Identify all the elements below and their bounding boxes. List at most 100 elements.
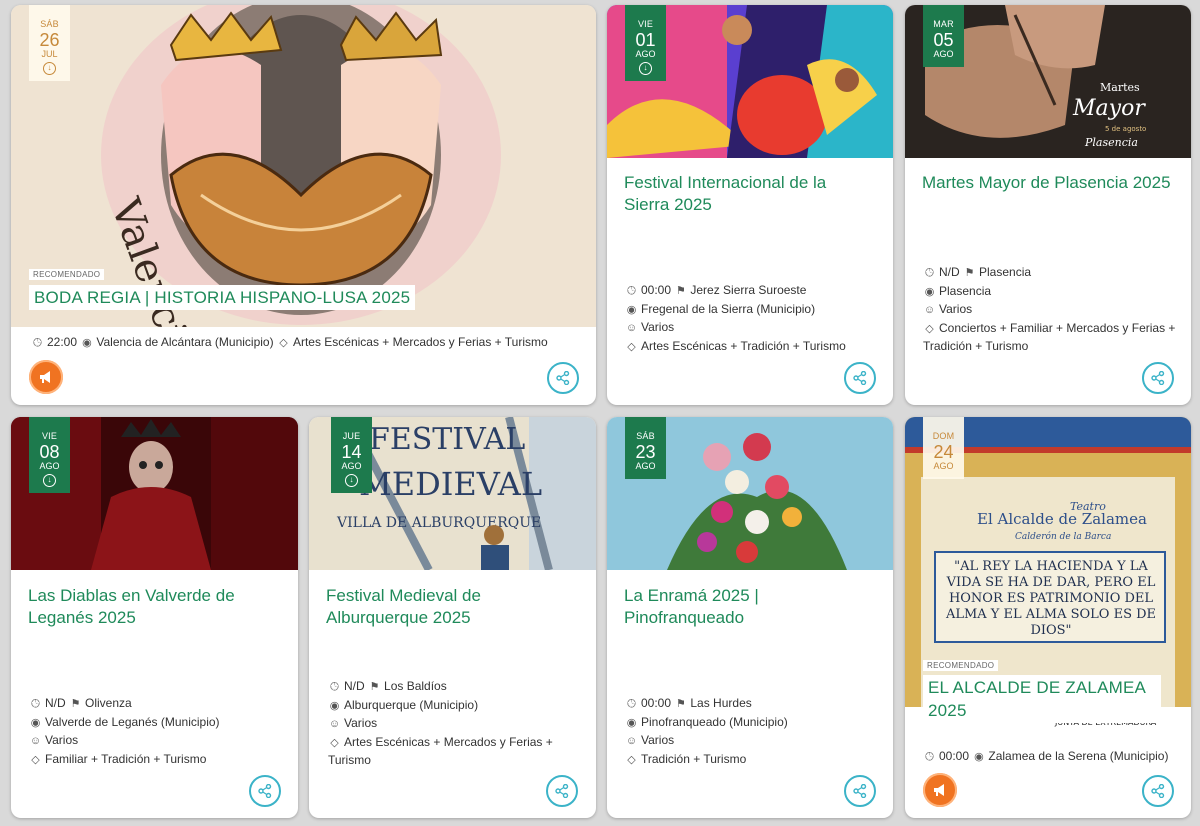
event-place: Zalamea de la Serena (Municipio)	[988, 749, 1169, 763]
event-image[interactable]: SÁB 23 AGO	[607, 417, 893, 570]
event-place: Fregenal de la Sierra (Municipio)	[641, 301, 816, 316]
event-title[interactable]: EL ALCALDE DE ZALAMEA 2025	[923, 675, 1161, 723]
share-button[interactable]	[844, 775, 876, 807]
signpost-icon: ⚑	[70, 698, 81, 710]
date-month: JUL	[41, 49, 58, 59]
event-zone: Los Baldíos	[384, 679, 447, 693]
event-card-martes-mayor[interactable]: Martes Mayor 5 de agosto Plasencia MAR 0…	[905, 5, 1191, 405]
event-audience: Varios	[641, 320, 675, 334]
share-icon	[1151, 370, 1165, 386]
date-day: 26	[39, 30, 60, 50]
share-icon	[853, 370, 867, 386]
event-image[interactable]: Martes Mayor 5 de agosto Plasencia MAR 0…	[905, 5, 1191, 158]
event-card-las-diablas[interactable]: VIE 08 AGO ↓ Las Diablas en Valverde de …	[11, 417, 298, 818]
event-image[interactable]: Valencia de Alcántara · Marvão SÁB 26 JU…	[11, 5, 596, 327]
event-place: Valencia de Alcántara (Municipio)	[96, 335, 274, 349]
event-image[interactable]: VIE 08 AGO ↓	[11, 417, 298, 570]
download-icon[interactable]: ↓	[639, 62, 652, 75]
event-place: Pinofranqueado (Municipio)	[641, 714, 788, 729]
event-title[interactable]: Festival Internacional de la Sierra 2025	[624, 172, 874, 216]
event-tags: Conciertos + Familiar + Mercados y Feria…	[923, 320, 1176, 354]
event-image[interactable]: Teatro El Alcalde de Zalamea Calderón de…	[905, 417, 1191, 735]
clock-icon: 🕒︎	[330, 681, 339, 693]
event-time: N/D	[344, 679, 365, 693]
megaphone-icon[interactable]	[923, 773, 957, 807]
event-image[interactable]: VIE 01 AGO ↓	[607, 5, 893, 158]
share-button[interactable]	[844, 362, 876, 394]
event-card-festival-sierra[interactable]: VIE 01 AGO ↓ Festival Internacional de l…	[607, 5, 893, 405]
location-pin-icon: ◉	[82, 337, 92, 349]
event-zone: Olivenza	[85, 696, 132, 710]
event-card-alcalde-zalamea[interactable]: Teatro El Alcalde de Zalamea Calderón de…	[905, 417, 1191, 818]
event-meta: 🕒︎ 00:00 ⚑ Jerez Sierra Suroeste ◉ Fregenal…	[625, 282, 885, 356]
event-zone: Plasencia	[979, 265, 1032, 279]
event-image[interactable]: FESTIVAL MEDIEVAL VILLA DE ALBURQUERQUE …	[309, 417, 596, 570]
location-pin-icon: ◉	[30, 716, 41, 729]
event-date-badge: DOM 24 AGO	[923, 417, 964, 479]
location-pin-icon: ◉	[626, 303, 637, 316]
download-icon[interactable]: ↓	[43, 62, 56, 75]
share-icon	[556, 370, 570, 386]
event-date-badge: VIE 01 AGO ↓	[625, 5, 666, 81]
date-month: AGO	[933, 461, 954, 471]
event-title[interactable]: Martes Mayor de Plasencia 2025	[922, 172, 1177, 194]
date-weekday: SÁB	[40, 19, 59, 29]
event-title[interactable]: Festival Medieval de Alburquerque 2025	[326, 585, 581, 629]
date-day: 01	[635, 30, 656, 50]
share-icon	[555, 783, 569, 799]
user-icon: ☺	[625, 322, 638, 334]
event-zone: Jerez Sierra Suroeste	[690, 283, 807, 297]
signpost-icon: ⚑	[369, 681, 380, 693]
event-audience: Varios	[641, 733, 675, 747]
event-tags: Artes Escénicas + Mercados y Ferias + Tu…	[328, 734, 553, 768]
event-tags: Artes Escénicas + Tradición + Turismo	[641, 338, 846, 353]
image-lettering: VILLA DE ALBURQUERQUE	[336, 515, 541, 531]
event-date-badge: VIE 08 AGO ↓	[29, 417, 70, 493]
event-time: N/D	[939, 265, 960, 279]
location-pin-icon: ◉	[626, 716, 637, 729]
share-button[interactable]	[547, 362, 579, 394]
date-day: 24	[933, 442, 954, 462]
signpost-icon: ⚑	[675, 698, 686, 710]
image-lettering: "AL REY LA HACIENDA Y LA VIDA SE HA DE D…	[945, 559, 1157, 638]
download-icon[interactable]: ↓	[43, 474, 56, 487]
event-title[interactable]: BODA REGIA | HISTORIA HISPANO-LUSA 2025	[29, 285, 416, 310]
share-button[interactable]	[546, 775, 578, 807]
event-place: Plasencia	[939, 283, 992, 298]
event-meta: 🕒︎ 00:00 ◉ Zalamea de la Serena (Municipio…	[923, 748, 1185, 767]
recommended-badge: RECOMENDADO	[923, 660, 999, 671]
event-card-la-enrama[interactable]: SÁB 23 AGO La Enramá 2025 | Pinofranquea…	[607, 417, 893, 818]
image-lettering: Calderón de la Barca	[1015, 531, 1111, 542]
share-icon	[1151, 783, 1165, 799]
event-tags: Artes Escénicas + Mercados y Ferias + Tu…	[292, 335, 548, 349]
event-audience: Varios	[344, 716, 378, 730]
date-day: 05	[933, 30, 954, 50]
megaphone-icon[interactable]	[29, 360, 63, 394]
date-day: 14	[341, 442, 362, 462]
event-title[interactable]: Las Diablas en Valverde de Leganés 2025	[28, 585, 283, 629]
image-lettering: 5 de agosto	[1105, 125, 1146, 133]
event-card-boda-regia[interactable]: Valencia de Alcántara · Marvão SÁB 26 JU…	[11, 5, 596, 405]
clock-icon: 🕒︎	[925, 751, 934, 763]
image-lettering: FESTIVAL	[369, 422, 525, 457]
clock-icon: 🕒︎	[627, 698, 636, 710]
date-month: AGO	[341, 461, 362, 471]
share-button[interactable]	[1142, 775, 1174, 807]
share-button[interactable]	[1142, 362, 1174, 394]
event-date-badge: SÁB 26 JUL ↓	[29, 5, 70, 81]
event-card-festival-medieval[interactable]: FESTIVAL MEDIEVAL VILLA DE ALBURQUERQUE …	[309, 417, 596, 818]
event-meta: 🕒︎ N/D ⚑ Plasencia ◉ Plasencia ☺ Varios ◇ Con…	[923, 264, 1185, 356]
event-date-badge: MAR 05 AGO	[923, 5, 964, 67]
share-button[interactable]	[249, 775, 281, 807]
user-icon: ☺	[923, 304, 936, 316]
download-icon[interactable]: ↓	[345, 474, 358, 487]
event-audience: Varios	[939, 302, 973, 316]
event-title[interactable]: La Enramá 2025 | Pinofranqueado	[624, 585, 824, 629]
clock-icon: 🕒︎	[925, 267, 934, 279]
location-pin-icon: ◉	[329, 699, 340, 712]
date-day: 08	[39, 442, 60, 462]
tag-icon: ◇	[627, 340, 636, 353]
event-date-badge: JUE 14 AGO ↓	[331, 417, 372, 493]
clock-icon: 🕒︎	[627, 285, 636, 297]
user-icon: ☺	[625, 735, 638, 747]
